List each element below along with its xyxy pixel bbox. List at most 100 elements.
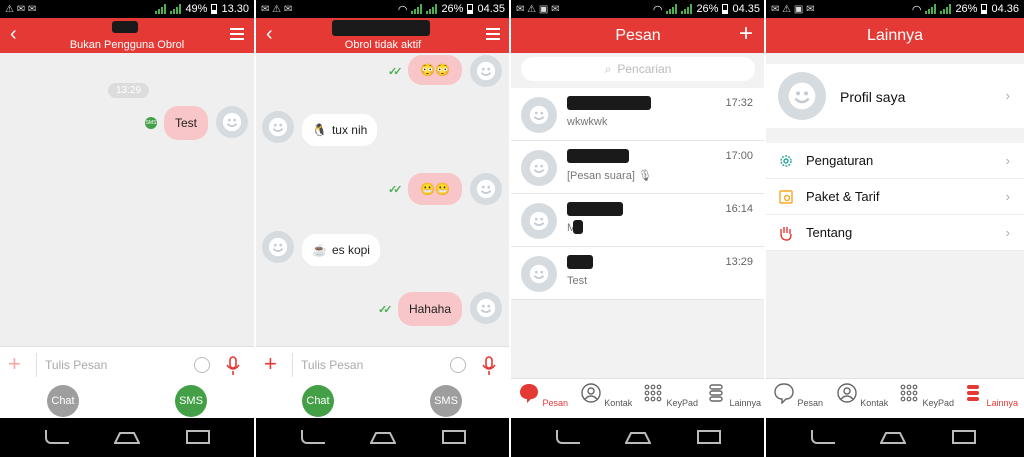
add-attachment-icon[interactable]: + — [8, 353, 21, 375]
outgoing-emoji-message[interactable]: 😳😳 — [408, 55, 462, 85]
tab-label: Kontak — [604, 398, 633, 408]
clock: 04.35 — [732, 3, 760, 15]
new-message-icon[interactable]: + — [739, 22, 753, 46]
chat-mode-button[interactable]: Chat — [47, 385, 79, 417]
tab-pesan[interactable]: Pesan — [511, 382, 575, 408]
tab-label: Pesan — [797, 398, 824, 408]
notification-icons: ✉ ⚠ ✉ — [261, 3, 293, 15]
message-input[interactable]: Tulis Pesan — [292, 353, 450, 377]
avatar — [521, 150, 557, 186]
android-nav-bar — [766, 418, 1024, 457]
nav-recent-icon[interactable] — [697, 430, 721, 444]
chevron-right-icon: › — [1005, 225, 1010, 240]
message-area: 13:29 SMS Test — [0, 53, 254, 345]
chat-mode-button[interactable]: Chat — [302, 385, 334, 417]
settings-item-label: Tentang — [806, 225, 853, 240]
settings-item-label: Pengaturan — [806, 153, 874, 168]
search-input[interactable]: ⌕ Pencarian — [521, 57, 755, 81]
emoji-icon[interactable] — [450, 357, 466, 373]
battery-percent: 26% — [696, 3, 719, 15]
avatar — [521, 203, 557, 239]
contact-icon — [837, 383, 857, 403]
nav-recent-icon[interactable] — [186, 430, 210, 444]
nav-home-icon[interactable] — [114, 430, 140, 444]
chat-screen-obrol: ✉ ⚠ ✉ ◠ 26% 04.35 ‹ Obrol tidak aktif ✓✓… — [256, 0, 510, 457]
conversation-preview: [Pesan suara] 🎙 — [567, 169, 652, 182]
profile-row[interactable]: Profil saya › — [766, 64, 1024, 128]
settings-item-paket-tarif[interactable]: Paket & Tarif › — [766, 179, 1024, 215]
chat-screen-sms: ⚠ ✉ ✉ 49% 13.30 ‹ Bukan Pengguna Obrol 1… — [0, 0, 254, 457]
nav-back-icon[interactable] — [45, 430, 69, 444]
add-attachment-icon[interactable]: + — [264, 353, 277, 375]
keypad-icon — [644, 384, 662, 402]
clock: 04.36 — [991, 3, 1019, 15]
hand-icon — [780, 227, 792, 241]
redacted-preview — [573, 220, 583, 234]
more-icon — [966, 385, 979, 401]
incoming-message[interactable]: ☕ es kopi — [302, 234, 380, 266]
gear-icon — [780, 155, 792, 167]
chat-bubble-icon — [774, 383, 794, 405]
sms-mode-button[interactable]: SMS — [175, 385, 207, 417]
avatar — [262, 231, 294, 263]
nav-back-icon[interactable] — [556, 430, 580, 444]
status-bar: ⚠ ✉ ✉ 49% 13.30 — [0, 0, 254, 18]
conversation-time: 17:32 — [725, 97, 753, 109]
chat-header: ‹ Obrol tidak aktif — [256, 18, 510, 53]
menu-icon[interactable] — [486, 28, 500, 43]
avatar — [470, 292, 502, 324]
tab-lainnya[interactable]: Lainnya — [701, 382, 765, 408]
android-nav-bar — [0, 418, 254, 457]
nav-home-icon[interactable] — [625, 430, 651, 444]
tab-kontak[interactable]: Kontak — [830, 382, 894, 408]
outgoing-message[interactable]: Test — [164, 106, 208, 140]
signal-icon — [681, 4, 693, 14]
redacted-contact-name — [567, 96, 651, 110]
battery-icon — [211, 4, 218, 14]
tab-keypad[interactable]: KeyPad — [894, 382, 958, 408]
conversation-item[interactable]: 17:00 [Pesan suara] 🎙 — [511, 141, 765, 194]
more-icon — [709, 384, 723, 402]
bottom-tab-bar: Pesan Kontak KeyPad Lainnya — [511, 378, 765, 418]
page-title: Pesan — [615, 27, 661, 44]
sms-mode-button[interactable]: SMS — [430, 385, 462, 417]
conversation-preview: wkwkwk — [567, 116, 608, 128]
wifi-icon: ◠ — [397, 3, 408, 16]
nav-back-icon[interactable] — [811, 430, 835, 444]
nav-recent-icon[interactable] — [952, 430, 976, 444]
notification-icons: ⚠ ✉ ✉ — [5, 3, 37, 15]
nav-recent-icon[interactable] — [442, 430, 466, 444]
profile-label: Profil saya — [840, 89, 906, 105]
penguin-icon: 🐧 — [312, 123, 327, 137]
microphone-icon[interactable] — [480, 356, 498, 376]
nav-home-icon[interactable] — [370, 430, 396, 444]
tab-kontak[interactable]: Kontak — [574, 382, 638, 408]
signal-icon — [155, 4, 167, 14]
nav-home-icon[interactable] — [880, 430, 906, 444]
message-input[interactable]: Tulis Pesan — [36, 353, 194, 377]
tab-pesan[interactable]: Pesan — [766, 382, 830, 408]
tab-label: KeyPad — [666, 398, 699, 408]
incoming-message[interactable]: 🐧 tux nih — [302, 114, 378, 146]
avatar — [262, 111, 294, 143]
microphone-icon[interactable] — [224, 356, 242, 376]
conversation-item[interactable]: 16:14 M — [511, 194, 765, 247]
redacted-contact-name — [112, 21, 138, 33]
battery-percent: 26% — [955, 3, 978, 15]
read-ticks-icon: ✓✓ — [378, 304, 393, 316]
conversation-item[interactable]: 13:29 Test — [511, 247, 765, 300]
chevron-right-icon: › — [1005, 88, 1010, 103]
outgoing-message[interactable]: Hahaha — [398, 292, 462, 326]
conversation-list: 17:32 wkwkwk 17:00 [Pesan suara] 🎙 16:14… — [511, 88, 765, 300]
tab-label: KeyPad — [922, 398, 955, 408]
outgoing-emoji-message[interactable]: 😬😬 — [408, 173, 462, 205]
conversation-item[interactable]: 17:32 wkwkwk — [511, 88, 765, 141]
settings-item-pengaturan[interactable]: Pengaturan › — [766, 143, 1024, 179]
tab-lainnya[interactable]: Lainnya — [958, 382, 1022, 408]
emoji-icon[interactable] — [194, 357, 210, 373]
menu-icon[interactable] — [230, 28, 244, 43]
nav-back-icon[interactable] — [301, 430, 325, 444]
avatar — [778, 72, 826, 120]
settings-item-tentang[interactable]: Tentang › — [766, 215, 1024, 251]
tab-keypad[interactable]: KeyPad — [638, 382, 702, 408]
